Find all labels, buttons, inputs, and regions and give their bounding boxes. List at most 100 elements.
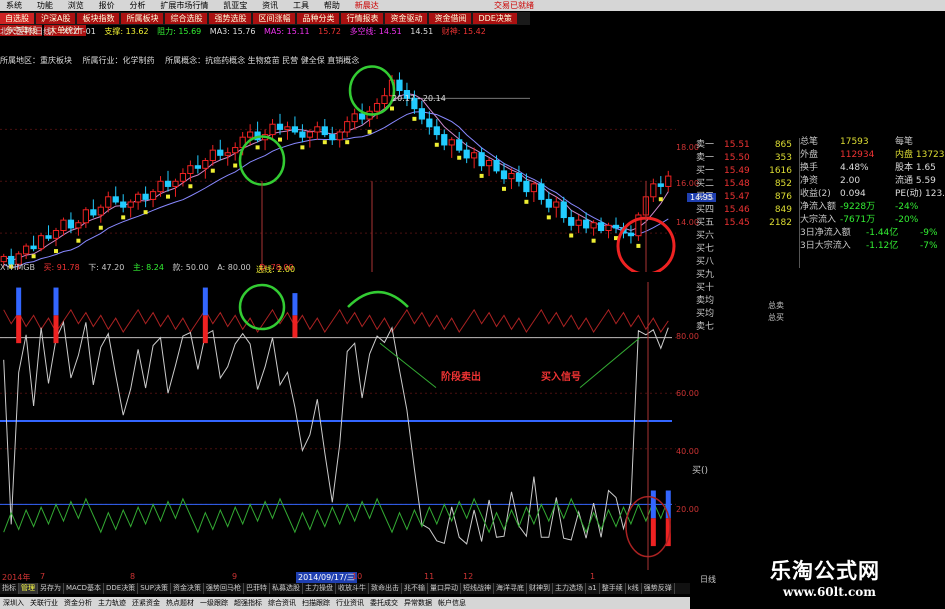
trade-ready-label[interactable]: 交易已就绪 — [488, 0, 540, 11]
signal-marker — [31, 254, 36, 259]
indicator-tab[interactable]: 海洋寻底 — [494, 583, 527, 594]
status-item[interactable]: 综合资讯 — [265, 597, 299, 609]
quote-extra-row: 买六 — [696, 231, 715, 241]
status-item[interactable]: 异常数据 — [401, 597, 435, 609]
tab-watchlist[interactable]: 自选股 — [0, 13, 34, 24]
status-item[interactable]: 资金分析 — [61, 597, 95, 609]
quote-row: 卖一 15.51 865 — [696, 140, 792, 150]
daily-period-label[interactable]: 日线 — [700, 574, 716, 585]
indicator-mid-label: 选线: 2.00 — [256, 265, 296, 274]
indicator-tab[interactable]: 财神到 — [527, 583, 553, 594]
candle-body — [284, 126, 291, 130]
signal-marker — [591, 238, 596, 243]
indicator-tab[interactable]: MACD基本 — [64, 583, 104, 594]
tab-sector-index[interactable]: 板块指数 — [77, 13, 120, 24]
indicator-tab[interactable]: 整手续 — [600, 583, 626, 594]
candle-body — [37, 235, 45, 250]
indicator-tab[interactable]: 收放斗牛 — [336, 583, 369, 594]
candle-body — [485, 160, 493, 167]
candle-body — [314, 126, 321, 133]
tab-belong-sector[interactable]: 所属板块 — [121, 13, 164, 24]
indicator-tab[interactable]: 管理 — [19, 583, 38, 594]
candle-body — [306, 131, 313, 138]
indicator-tab[interactable]: 主力选场 — [553, 583, 586, 594]
stat-row: 3日大宗流入 -1.12亿 -7% — [800, 241, 938, 251]
bottom-quote-label: 买() — [692, 466, 709, 476]
candle-body — [23, 245, 30, 255]
tab-report[interactable]: 行情报表 — [341, 13, 384, 24]
candle-body — [269, 123, 276, 136]
indicator-tab[interactable]: 强势回马枪 — [204, 583, 244, 594]
status-item[interactable]: 扫描跟踪 — [299, 597, 333, 609]
status-item[interactable]: 行业资讯 — [333, 597, 367, 609]
menu-item-system[interactable]: 系统 — [0, 0, 28, 11]
quote-row: 买四 15.46 849 — [696, 205, 792, 215]
tab-strong-pick[interactable]: 强势选股 — [209, 13, 252, 24]
status-item[interactable]: 热点题材 — [163, 597, 197, 609]
menu-item-browse[interactable]: 浏览 — [62, 0, 90, 11]
tab-dde[interactable]: DDE决策 — [473, 13, 517, 24]
menu-item-extra[interactable]: 凯亚宝 — [217, 0, 253, 11]
status-item[interactable]: 超强指标 — [231, 597, 265, 609]
indicator-tab[interactable]: 资金决策 — [171, 583, 204, 594]
indicator-bar-blue — [292, 293, 298, 316]
indicator-tab[interactable]: 巴菲特 — [244, 583, 270, 594]
tab-sh-sz-a[interactable]: 沪深A股 — [36, 13, 76, 24]
indicator-tab[interactable]: DDE决策 — [104, 583, 139, 594]
indicator-tab[interactable]: 致命出击 — [369, 583, 402, 594]
tab-fund-drive[interactable]: 资金驱动 — [385, 13, 428, 24]
indicator-tab[interactable]: 量口异动 — [428, 583, 461, 594]
status-item[interactable]: 一级跟踪 — [197, 597, 231, 609]
signal-marker — [524, 199, 529, 204]
tab-combined-pick[interactable]: 综合选股 — [165, 13, 208, 24]
menu-item-highlight[interactable]: 新晨达 — [349, 0, 385, 11]
status-item[interactable]: 委托成交 — [367, 597, 401, 609]
indicator-tab[interactable]: k线 — [626, 583, 642, 594]
status-item[interactable]: 帐户信息 — [435, 597, 469, 609]
candle-body — [344, 121, 351, 133]
indicator-bar-blue — [53, 287, 59, 316]
candlestick-chart[interactable] — [0, 62, 690, 272]
date-tick: 7 — [40, 572, 46, 581]
quote-extra-row: 卖七 — [696, 322, 715, 332]
stat-row: 换手 4.48% 股本 1.65 — [800, 163, 936, 173]
indicator-chart[interactable] — [0, 262, 690, 570]
tab-category[interactable]: 品种分类 — [297, 13, 340, 24]
status-item[interactable]: 关联行业 — [27, 597, 61, 609]
menu-item-help[interactable]: 帮助 — [318, 0, 346, 11]
menu-item-tools[interactable]: 工具 — [287, 0, 315, 11]
indicator-tab[interactable]: 强势反弹 — [642, 583, 675, 594]
indicator-tab[interactable]: 指标 — [0, 583, 19, 594]
candle-body — [463, 149, 470, 159]
candle-body — [538, 183, 545, 200]
quote-extra-row: 买九 — [696, 270, 715, 280]
candle-body — [90, 209, 97, 216]
watermark-title: 乐淘公式网 — [770, 559, 880, 583]
indicator-tab[interactable]: 另存为 — [38, 583, 64, 594]
indicator-tab[interactable]: a1 — [586, 583, 600, 594]
status-item[interactable]: 主力轨迹 — [95, 597, 129, 609]
signal-marker — [457, 155, 462, 160]
candle-body — [149, 191, 157, 200]
indicator-tab[interactable]: 私募选股 — [270, 583, 303, 594]
menu-item-analysis[interactable]: 分析 — [124, 0, 152, 11]
ma-line — [3, 93, 669, 261]
stat-row: 收益(2)0.094PE(动) 123.8 — [800, 189, 945, 199]
signal-marker — [479, 173, 484, 178]
candle-body — [172, 180, 179, 187]
menu-item-extended-market[interactable]: 扩展市场行情 — [154, 0, 214, 11]
status-item[interactable]: 深圳入 — [0, 597, 27, 609]
tab-range-rise[interactable]: 区间涨幅 — [253, 13, 296, 24]
signal-marker — [143, 210, 148, 215]
indicator-tab[interactable]: 主力操盘 — [303, 583, 336, 594]
indicator-tab[interactable]: 兆不输 — [402, 583, 428, 594]
highlight-circle — [238, 283, 286, 331]
candle-body — [508, 172, 515, 180]
menu-item-news[interactable]: 资讯 — [256, 0, 284, 11]
status-item[interactable]: 还紧资金 — [129, 597, 163, 609]
indicator-tab[interactable]: SUP决策 — [138, 583, 171, 594]
indicator-tab[interactable]: 短线战神 — [461, 583, 494, 594]
menu-item-function[interactable]: 功能 — [31, 0, 59, 11]
menu-item-quote[interactable]: 报价 — [93, 0, 121, 11]
tab-fund-lend[interactable]: 资金借阅 — [429, 13, 472, 24]
